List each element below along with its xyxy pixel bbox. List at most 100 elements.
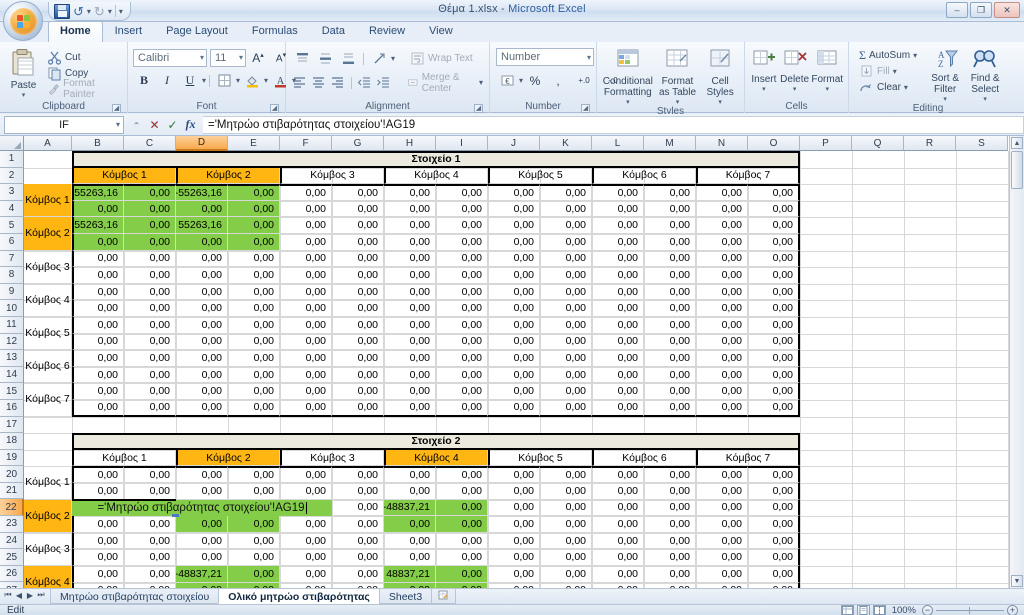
t2-cell-r2-c6[interactable]: 0,00 bbox=[332, 483, 384, 500]
page-layout-view-button[interactable] bbox=[856, 604, 870, 615]
cell-styles-button[interactable]: Cell Styles ▾ bbox=[701, 48, 739, 106]
find-select-button[interactable]: Find & Select ▾ bbox=[965, 47, 1005, 103]
t1-cell-r8-c4[interactable]: 0,00 bbox=[228, 300, 280, 317]
zoom-out-button[interactable]: − bbox=[922, 604, 933, 615]
t1-cell-r10-c8[interactable]: 0,00 bbox=[436, 333, 488, 351]
t2-cell-r7-c3[interactable]: -48837,21 bbox=[176, 566, 228, 583]
row-header-25[interactable]: 25 bbox=[0, 549, 24, 566]
t1-cell-r14-c7[interactable]: 0,00 bbox=[384, 400, 436, 417]
t1-cell-r9-c10[interactable]: 0,00 bbox=[540, 317, 592, 334]
t1-cell-r6-c6[interactable]: 0,00 bbox=[332, 267, 384, 284]
t2-cell-r3-c12[interactable]: 0,00 bbox=[644, 499, 696, 517]
t1-cell-r8-c13[interactable]: 0,00 bbox=[696, 300, 748, 317]
format-cells-button[interactable]: Format ▾ bbox=[810, 48, 844, 93]
t1-cell-r1-c8[interactable]: 0,00 bbox=[436, 184, 488, 201]
scroll-down-button[interactable]: ▼ bbox=[1011, 575, 1023, 587]
t1-cell-r9-c5[interactable]: 0,00 bbox=[280, 317, 332, 334]
t1-cell-r13-c7[interactable]: 0,00 bbox=[384, 383, 436, 400]
t2-cell-r4-c2[interactable]: 0,00 bbox=[124, 516, 176, 533]
t1-cell-r6-c12[interactable]: 0,00 bbox=[644, 267, 696, 284]
row-header-3[interactable]: 3 bbox=[0, 184, 24, 201]
t1-cell-r3-c5[interactable]: 0,00 bbox=[280, 217, 332, 234]
t2-cell-r1-c11[interactable]: 0,00 bbox=[592, 466, 644, 483]
t1-cell-r12-c5[interactable]: 0,00 bbox=[280, 366, 332, 384]
t1-cell-r3-c9[interactable]: 0,00 bbox=[488, 217, 540, 234]
t2-cell-r5-c4[interactable]: 0,00 bbox=[228, 532, 280, 550]
t1-cell-r7-c4[interactable]: 0,00 bbox=[228, 283, 280, 301]
next-sheet-button[interactable]: ▶ bbox=[25, 591, 35, 600]
t1-cell-r10-c11[interactable]: 0,00 bbox=[592, 333, 644, 351]
t2-col-header-1[interactable]: Κόμβος 1 bbox=[72, 449, 176, 467]
t1-cell-r12-c13[interactable]: 0,00 bbox=[696, 366, 748, 384]
t1-cell-r9-c3[interactable]: 0,00 bbox=[176, 317, 228, 334]
t1-cell-r9-c6[interactable]: 0,00 bbox=[332, 317, 384, 334]
borders-dropdown-icon[interactable]: ▾ bbox=[236, 76, 240, 85]
t1-cell-r8-c5[interactable]: 0,00 bbox=[280, 300, 332, 317]
sheet-tab-element-stiffness[interactable]: Μητρώο στιβαρότητας στοιχείου bbox=[50, 589, 220, 604]
customize-qat-icon[interactable]: ▾ bbox=[119, 7, 123, 16]
t1-cell-r12-c2[interactable]: 0,00 bbox=[124, 366, 176, 384]
column-header-g[interactable]: G bbox=[332, 136, 384, 151]
t2-cell-r3-c13[interactable]: 0,00 bbox=[696, 499, 748, 517]
t1-cell-r13-c8[interactable]: 0,00 bbox=[436, 383, 488, 400]
t2-row-header-1[interactable]: Κόμβος 1 bbox=[24, 466, 72, 500]
t1-cell-r2-c4[interactable]: 0,00 bbox=[228, 200, 280, 218]
t2-cell-r5-c13[interactable]: 0,00 bbox=[696, 532, 748, 550]
t1-cell-r3-c12[interactable]: 0,00 bbox=[644, 217, 696, 234]
t1-cell-r8-c8[interactable]: 0,00 bbox=[436, 300, 488, 317]
t1-cell-r7-c10[interactable]: 0,00 bbox=[540, 283, 592, 301]
t1-cell-r5-c12[interactable]: 0,00 bbox=[644, 250, 696, 268]
t2-cell-r7-c4[interactable]: 0,00 bbox=[228, 566, 280, 583]
t2-cell-r4-c4[interactable]: 0,00 bbox=[228, 516, 280, 533]
align-top-button[interactable] bbox=[291, 48, 313, 69]
t1-cell-r5-c10[interactable]: 0,00 bbox=[540, 250, 592, 268]
t1-cell-r12-c10[interactable]: 0,00 bbox=[540, 366, 592, 384]
t1-cell-r8-c14[interactable]: 0,00 bbox=[748, 300, 800, 317]
t1-cell-r1-c5[interactable]: 0,00 bbox=[280, 184, 332, 201]
underline-dropdown-icon[interactable]: ▾ bbox=[202, 76, 206, 85]
t2-cell-r2-c4[interactable]: 0,00 bbox=[228, 483, 280, 500]
t1-cell-r7-c3[interactable]: 0,00 bbox=[176, 283, 228, 301]
t1-cell-r6-c9[interactable]: 0,00 bbox=[488, 267, 540, 284]
close-button[interactable]: ✕ bbox=[994, 2, 1020, 18]
t1-col-header-2[interactable]: Κόμβος 2 bbox=[176, 167, 280, 185]
t2-cell-r5-c7[interactable]: 0,00 bbox=[384, 532, 436, 550]
t2-cell-r4-c10[interactable]: 0,00 bbox=[540, 516, 592, 533]
font-size-combo[interactable]: 11 ▾ bbox=[210, 48, 246, 67]
t2-cell-r3-c7[interactable]: -48837,21 bbox=[384, 499, 436, 517]
t1-cell-r4-c4[interactable]: 0,00 bbox=[228, 234, 280, 251]
t1-cell-r1-c7[interactable]: 0,00 bbox=[384, 184, 436, 201]
t1-cell-r8-c2[interactable]: 0,00 bbox=[124, 300, 176, 317]
t1-cell-r11-c5[interactable]: 0,00 bbox=[280, 350, 332, 367]
t1-cell-r14-c3[interactable]: 0,00 bbox=[176, 400, 228, 417]
t1-cell-r2-c12[interactable]: 0,00 bbox=[644, 200, 696, 218]
t1-cell-r1-c1[interactable]: 55263,16 bbox=[72, 184, 124, 201]
number-dialog-launcher[interactable]: ◢ bbox=[581, 104, 590, 113]
row-header-18[interactable]: 18 bbox=[0, 433, 24, 450]
tab-data[interactable]: Data bbox=[310, 21, 357, 42]
zoom-in-button[interactable]: + bbox=[1007, 604, 1018, 615]
sort-filter-button[interactable]: A Z Sort & Filter ▾ bbox=[925, 47, 965, 103]
t1-cell-r4-c13[interactable]: 0,00 bbox=[696, 234, 748, 251]
t1-cell-r12-c1[interactable]: 0,00 bbox=[72, 366, 124, 384]
t2-col-header-7[interactable]: Κόμβος 7 bbox=[696, 449, 800, 467]
column-header-l[interactable]: L bbox=[592, 136, 644, 151]
column-header-a[interactable]: A bbox=[24, 136, 72, 151]
t1-cell-r1-c2[interactable]: 0,00 bbox=[124, 184, 176, 201]
t2-col-header-2[interactable]: Κόμβος 2 bbox=[176, 449, 280, 467]
t1-cell-r9-c11[interactable]: 0,00 bbox=[592, 317, 644, 334]
column-header-s[interactable]: S bbox=[956, 136, 1008, 151]
t1-cell-r11-c1[interactable]: 0,00 bbox=[72, 350, 124, 367]
percent-format-button[interactable]: % bbox=[524, 70, 546, 91]
t2-cell-r2-c9[interactable]: 0,00 bbox=[488, 483, 540, 500]
t1-cell-r2-c5[interactable]: 0,00 bbox=[280, 200, 332, 218]
t1-cell-r3-c2[interactable]: 0,00 bbox=[124, 217, 176, 234]
t2-cell-r6-c12[interactable]: 0,00 bbox=[644, 549, 696, 566]
column-header-p[interactable]: P bbox=[800, 136, 852, 151]
clipboard-dialog-launcher[interactable]: ◢ bbox=[112, 104, 121, 113]
t2-cell-r2-c8[interactable]: 0,00 bbox=[436, 483, 488, 500]
tab-home[interactable]: Home bbox=[48, 21, 103, 42]
t2-cell-r3-c10[interactable]: 0,00 bbox=[540, 499, 592, 517]
t2-cell-r7-c12[interactable]: 0,00 bbox=[644, 566, 696, 583]
t1-cell-r6-c14[interactable]: 0,00 bbox=[748, 267, 800, 284]
